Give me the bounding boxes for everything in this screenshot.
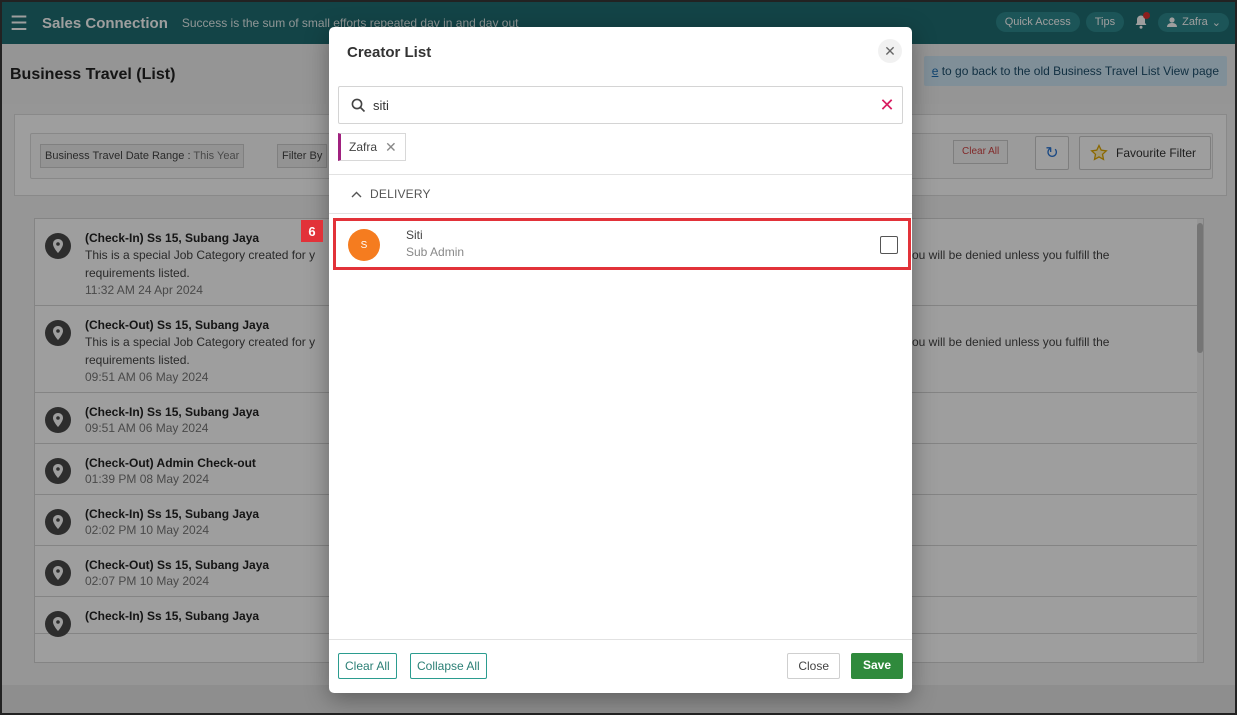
search-input[interactable] [373,97,872,113]
save-button[interactable]: Save [850,653,903,679]
modal-title: Creator List [347,44,432,61]
creator-list-modal: Creator List ✕ ✕ Zafra ✕ DELIVERY S Siti… [329,27,912,693]
group-label: DELIVERY [370,187,431,201]
clear-all-button[interactable]: Clear All [338,653,397,679]
remove-tag-icon[interactable]: ✕ [385,139,397,156]
collapse-all-button[interactable]: Collapse All [410,653,487,679]
search-icon [343,98,373,113]
chevron-up-icon [351,187,362,201]
option-checkbox[interactable] [880,236,898,254]
creator-option-row[interactable]: S Siti Sub Admin [333,218,911,270]
option-role: Sub Admin [406,245,465,259]
app-window: ☰ Sales Connection Success is the sum of… [0,0,1237,715]
annotation-number-badge: 6 [301,220,323,242]
search-box: ✕ [338,86,903,124]
selected-creator-tag: Zafra ✕ [338,133,406,161]
close-button[interactable]: Close [787,653,840,679]
clear-search-icon[interactable]: ✕ [872,95,902,116]
modal-close-icon[interactable]: ✕ [878,39,902,63]
option-name: Siti [406,228,423,242]
divider [329,174,912,175]
avatar: S [348,229,380,261]
divider [329,213,912,214]
selected-creator-name: Zafra [349,140,378,154]
modal-footer: Clear All Collapse All Close Save [329,639,912,693]
group-header-delivery[interactable]: DELIVERY [351,187,431,201]
